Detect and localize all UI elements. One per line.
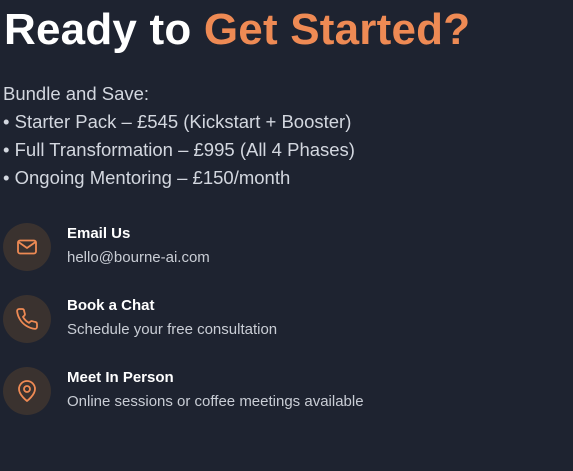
contact-subtitle: Schedule your free consultation (67, 321, 278, 338)
mail-icon (3, 223, 51, 271)
map-pin-icon (3, 367, 51, 415)
contact-book-chat[interactable]: Book a Chat Schedule your free consultat… (3, 295, 563, 345)
email-link[interactable]: hello@bourne-ai.com (67, 249, 210, 266)
contact-title: Email Us (67, 225, 131, 242)
bundle-item-mentoring: • Ongoing Mentoring – £150/month (3, 167, 291, 188)
phone-icon (3, 295, 51, 343)
bundle-heading: Bundle and Save: (3, 83, 150, 104)
bundle-item-full: • Full Transformation – £995 (All 4 Phas… (3, 139, 355, 160)
contact-title: Book a Chat (67, 297, 155, 314)
page-title: Ready to Get Started? (4, 4, 470, 56)
contact-subtitle: Online sessions or coffee meetings avail… (67, 393, 364, 410)
title-prefix: Ready to (4, 5, 192, 54)
bundle-pricing: Bundle and Save: • Starter Pack – £545 (… (3, 80, 355, 192)
contact-meet-in-person[interactable]: Meet In Person Online sessions or coffee… (3, 367, 563, 417)
bundle-item-starter: • Starter Pack – £545 (Kickstart + Boost… (3, 111, 352, 132)
contact-title: Meet In Person (67, 369, 174, 386)
contact-email[interactable]: Email Us hello@bourne-ai.com (3, 223, 563, 273)
get-started-panel: Ready to Get Started? Bundle and Save: •… (0, 0, 573, 471)
title-accent: Get Started? (203, 5, 471, 54)
